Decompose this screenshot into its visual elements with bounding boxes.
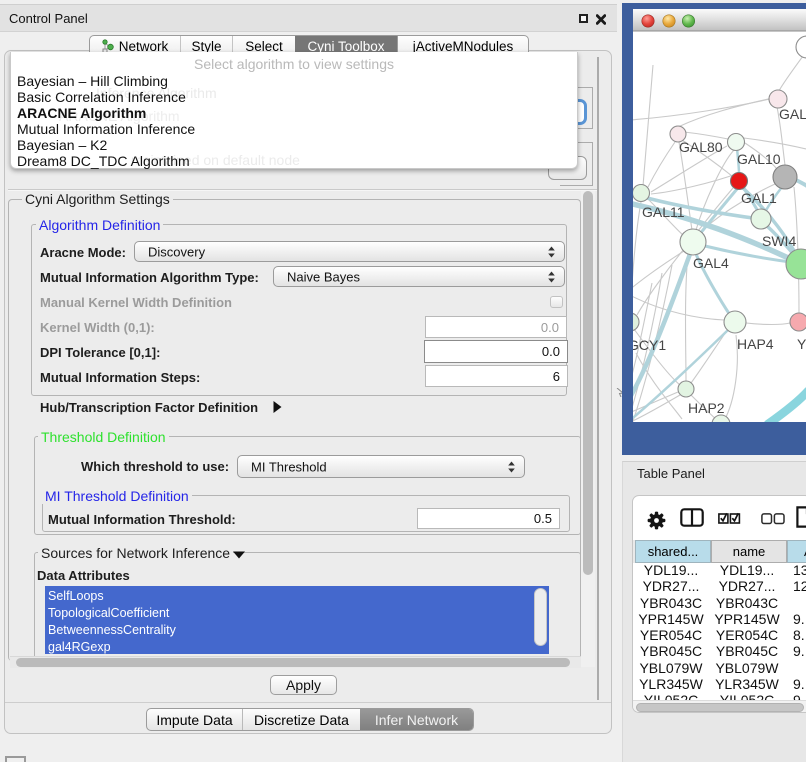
svg-text:GAL1: GAL1	[741, 190, 777, 206]
svg-text:GAL80: GAL80	[679, 139, 723, 155]
svg-text:GAL: GAL	[779, 106, 806, 122]
svg-text:Y: Y	[797, 336, 806, 352]
svg-text:GAL10: GAL10	[737, 151, 781, 167]
svg-text:GCY1: GCY1	[628, 337, 666, 353]
svg-text:SWI4: SWI4	[762, 233, 796, 249]
svg-text:GAL11: GAL11	[642, 204, 685, 220]
svg-text:GAL4: GAL4	[693, 255, 729, 271]
svg-text:HAP4: HAP4	[737, 336, 774, 352]
svg-text:HAP2: HAP2	[688, 400, 725, 416]
